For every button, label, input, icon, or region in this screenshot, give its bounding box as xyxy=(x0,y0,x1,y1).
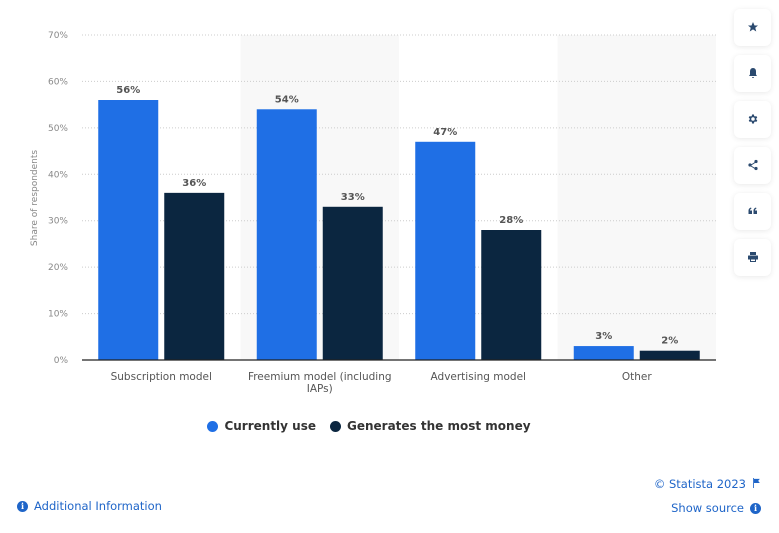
printer-icon xyxy=(747,248,759,267)
y-tick-label: 20% xyxy=(48,263,68,273)
x-category-label: Advertising model xyxy=(431,371,526,383)
y-axis-ticks: 0% 10% 20% 30% 40% 50% 60% 70% xyxy=(48,31,68,366)
y-tick-label: 70% xyxy=(48,31,68,41)
additional-information-label: Additional Information xyxy=(34,499,162,513)
show-source-link[interactable]: Show source i xyxy=(671,501,761,515)
info-icon: i xyxy=(750,502,761,514)
y-tick-label: 60% xyxy=(48,77,68,87)
info-icon: i xyxy=(17,500,28,512)
x-category-label: Freemium model (including xyxy=(248,371,392,383)
y-tick-label: 0% xyxy=(54,356,69,366)
legend-item-currently-use[interactable]: Currently use xyxy=(207,419,316,433)
legend-label: Currently use xyxy=(224,419,316,433)
data-label: 36% xyxy=(182,178,206,189)
category-labels: Subscription model Freemium model (includ… xyxy=(111,371,653,395)
settings-button[interactable] xyxy=(734,101,771,138)
copyright-label: © Statista 2023 xyxy=(653,477,746,491)
legend: Currently use Generates the most money xyxy=(0,419,738,433)
legend-label: Generates the most money xyxy=(347,419,531,433)
print-button[interactable] xyxy=(734,239,771,276)
x-category-label: IAPs) xyxy=(307,383,333,395)
x-category-label: Other xyxy=(622,371,652,383)
y-axis-label: Share of respondents xyxy=(30,150,40,247)
data-label: 33% xyxy=(341,192,365,203)
favorite-button[interactable] xyxy=(734,9,771,46)
star-icon xyxy=(747,18,759,37)
bar[interactable] xyxy=(164,192,225,360)
y-tick-label: 40% xyxy=(48,170,68,180)
cite-button[interactable] xyxy=(734,193,771,230)
data-label: 3% xyxy=(595,331,612,342)
legend-marker xyxy=(207,420,219,432)
quote-icon xyxy=(747,202,759,221)
data-label: 54% xyxy=(275,94,299,105)
bar[interactable] xyxy=(98,100,159,360)
flag-icon xyxy=(752,477,761,491)
data-label: 2% xyxy=(661,336,678,347)
legend-item-generates-money[interactable]: Generates the most money xyxy=(330,419,531,433)
show-source-label: Show source xyxy=(671,501,744,515)
bar[interactable] xyxy=(256,109,317,361)
share-icon xyxy=(747,156,759,175)
y-tick-label: 50% xyxy=(48,124,68,134)
data-label: 47% xyxy=(433,127,457,138)
bar[interactable] xyxy=(481,230,542,360)
data-label: 28% xyxy=(499,215,523,226)
statista-copyright[interactable]: © Statista 2023 xyxy=(654,477,761,491)
bar[interactable] xyxy=(639,350,700,360)
notification-button[interactable] xyxy=(734,55,771,92)
data-label: 56% xyxy=(116,85,140,96)
additional-information-link[interactable]: i Additional Information xyxy=(17,499,162,513)
share-button[interactable] xyxy=(734,147,771,184)
category-band xyxy=(557,35,716,360)
legend-marker xyxy=(330,420,341,432)
y-tick-label: 30% xyxy=(48,217,68,227)
bar[interactable] xyxy=(415,141,476,360)
bar[interactable] xyxy=(573,346,634,360)
bar-chart: 0% 10% 20% 30% 40% 50% 60% 70% Share of respond… xyxy=(30,31,716,395)
x-category-label: Subscription model xyxy=(111,371,212,383)
y-tick-label: 10% xyxy=(48,310,68,320)
bell-icon xyxy=(747,64,759,83)
bar[interactable] xyxy=(322,206,383,360)
gear-icon xyxy=(747,110,759,129)
